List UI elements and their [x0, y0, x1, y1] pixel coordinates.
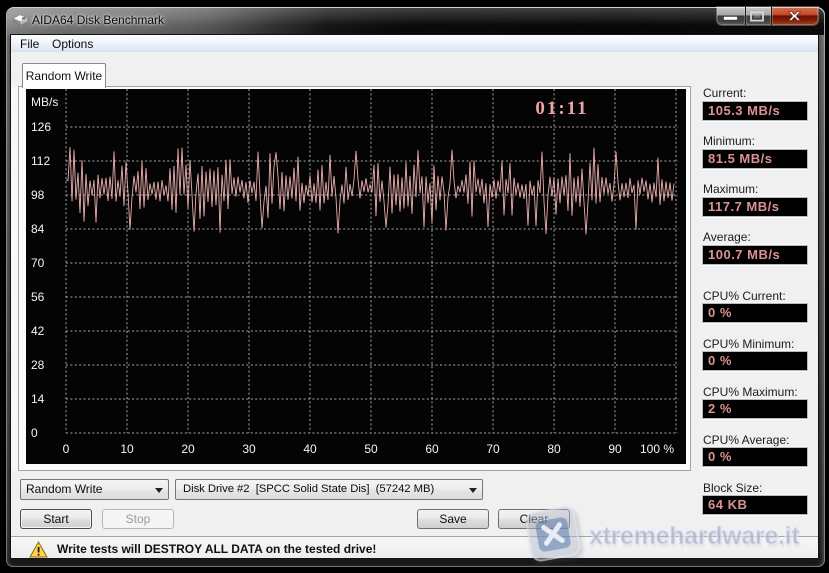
svg-text:MB/s: MB/s — [31, 95, 58, 109]
svg-text:56: 56 — [31, 290, 45, 304]
svg-text:126: 126 — [31, 120, 51, 134]
svg-text:0: 0 — [63, 442, 70, 456]
svg-text:84: 84 — [31, 222, 45, 236]
svg-text:0: 0 — [31, 426, 38, 440]
svg-text:01:11: 01:11 — [535, 98, 588, 119]
svg-text:20: 20 — [181, 442, 195, 456]
svg-text:70: 70 — [31, 256, 45, 270]
svg-text:42: 42 — [31, 324, 45, 338]
svg-text:98: 98 — [31, 188, 45, 202]
svg-text:50: 50 — [364, 442, 378, 456]
svg-text:60: 60 — [425, 442, 439, 456]
svg-text:28: 28 — [31, 358, 45, 372]
svg-text:14: 14 — [31, 392, 45, 406]
svg-text:70: 70 — [486, 442, 500, 456]
svg-text:112: 112 — [31, 154, 50, 168]
svg-text:100 %: 100 % — [640, 442, 674, 456]
svg-text:10: 10 — [120, 442, 134, 456]
svg-text:40: 40 — [303, 442, 317, 456]
svg-text:90: 90 — [608, 442, 622, 456]
svg-text:30: 30 — [242, 442, 256, 456]
svg-text:80: 80 — [547, 442, 561, 456]
